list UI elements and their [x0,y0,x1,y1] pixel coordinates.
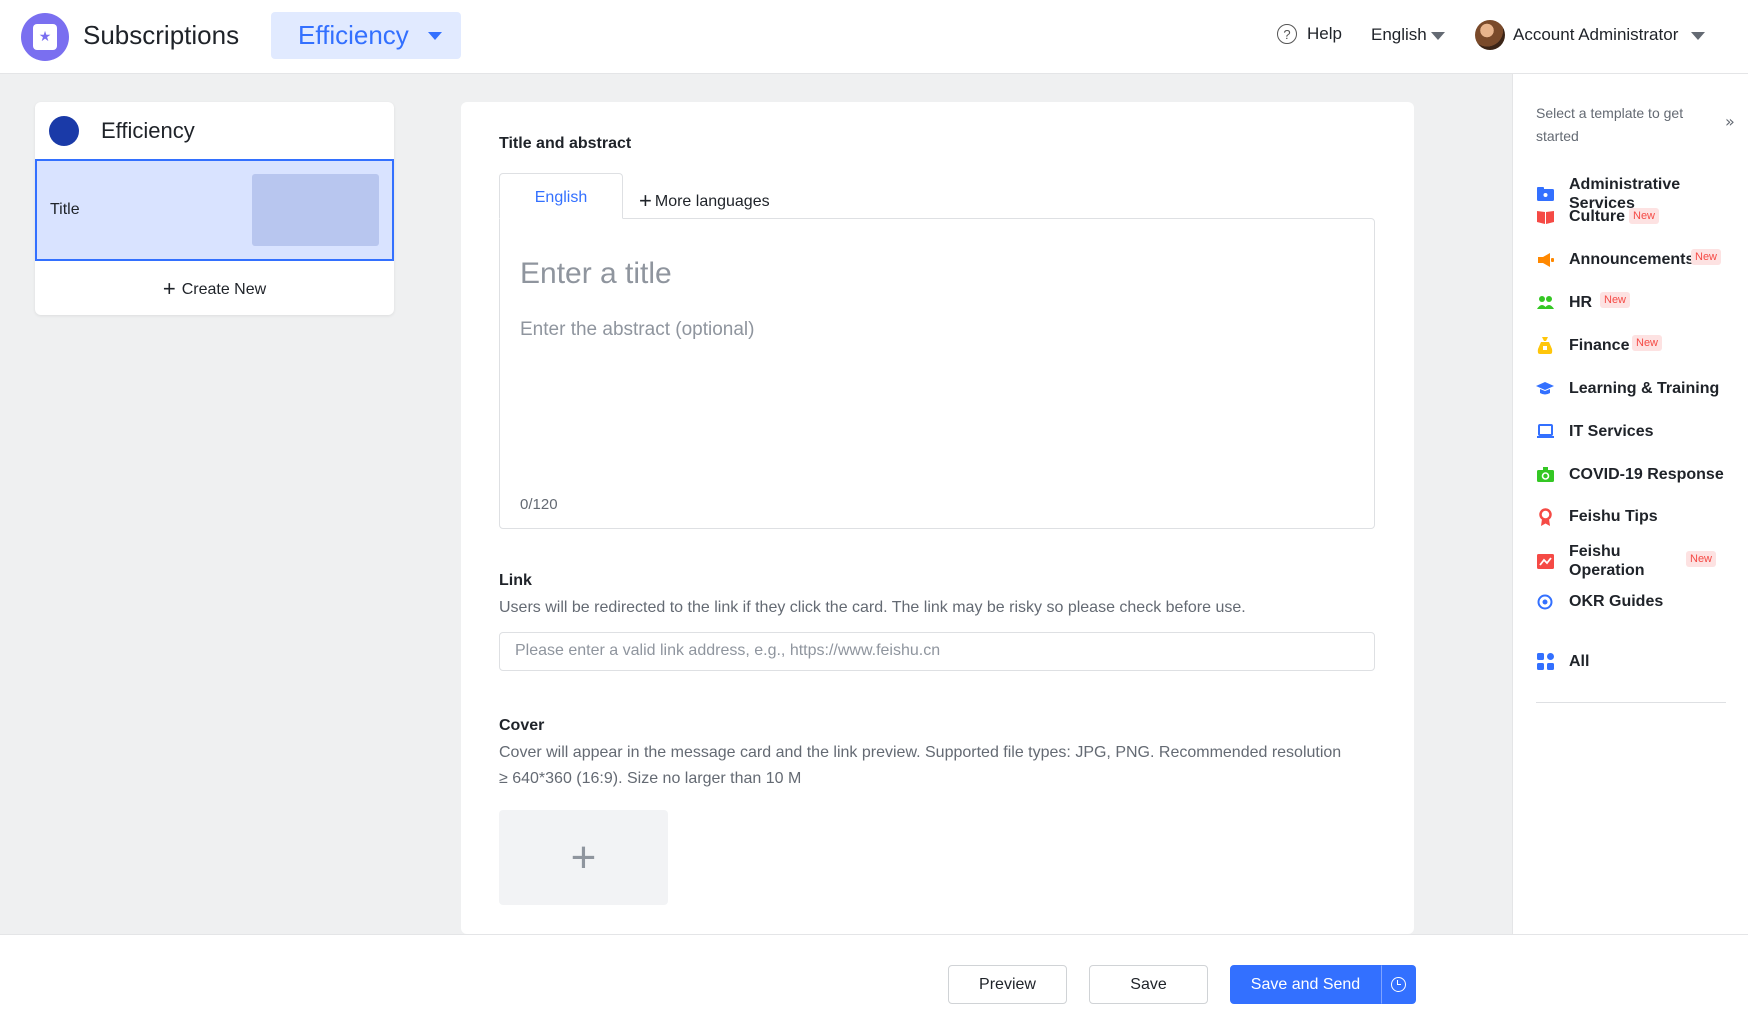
abstract-input[interactable]: Enter the abstract (optional) [520,319,754,341]
action-bar: Preview Save Save and Send [0,934,1748,1010]
channel-card: Efficiency Title + Create New [35,102,394,315]
more-languages-button[interactable]: + More languages [639,173,770,219]
question-icon: ? [1277,24,1297,44]
new-badge: New [1629,208,1660,224]
title-abstract-editor: Enter a title Enter the abstract (option… [499,218,1375,529]
link-description: Users will be redirected to the link if … [499,599,1246,616]
star-icon: ★ [33,24,57,50]
graduation-cap-icon [1536,380,1554,398]
template-okr-guides[interactable]: OKR Guides [1536,592,1663,611]
list-item-thumbnail [252,174,379,246]
save-button[interactable]: Save [1089,965,1208,1004]
preview-button[interactable]: Preview [948,965,1067,1004]
plus-icon: + [639,188,652,213]
template-panel: Select a template to get started » Admin… [1512,74,1748,934]
caret-down-icon [1431,32,1445,40]
list-item-selected[interactable]: Title [35,159,394,261]
tab-english[interactable]: English [499,173,623,219]
template-panel-title: Select a template to get started [1536,105,1684,144]
link-label: Link [499,572,532,589]
cover-label: Cover [499,717,545,734]
people-icon [1536,294,1554,312]
schedule-send-button[interactable] [1381,965,1416,1004]
app-logo: ★ [21,13,69,61]
cover-description-line-2: ≥ 640*360 (16:9). Size no larger than 10… [499,770,802,787]
help-link[interactable]: ? Help [1277,24,1342,44]
caret-down-icon [428,32,442,40]
money-bag-icon [1536,337,1554,355]
divider [1536,702,1726,703]
target-icon [1536,593,1554,611]
template-feishu-operation[interactable]: Feishu Operation New [1536,542,1717,580]
title-input[interactable]: Enter a title [520,257,672,291]
plus-icon: + [570,832,597,882]
char-count: 0/120 [520,496,558,513]
megaphone-icon [1536,251,1554,269]
template-it-services[interactable]: IT Services [1536,422,1654,441]
template-finance[interactable]: Finance New [1536,335,1663,355]
account-dropdown[interactable]: Account Administrator [1513,25,1705,45]
app-title: Subscriptions [83,20,240,50]
new-badge: New [1632,335,1663,351]
avatar[interactable] [1475,20,1505,50]
collapse-icon[interactable]: » [1725,112,1735,131]
help-label: Help [1307,24,1342,43]
cover-upload-button[interactable]: + [499,810,668,905]
medical-kit-icon [1536,466,1554,484]
chart-icon [1536,552,1554,570]
new-badge: New [1686,551,1717,567]
account-label: Account Administrator [1513,25,1679,44]
new-badge: New [1691,249,1722,265]
language-label: English [1371,25,1427,44]
template-hr[interactable]: HR New [1536,292,1631,312]
laptop-icon [1536,423,1554,441]
channel-name: Efficiency [101,118,195,143]
more-languages-label: More languages [654,193,770,210]
save-and-send-button[interactable]: Save and Send [1230,965,1381,1004]
template-learning-training[interactable]: Learning & Training [1536,379,1719,398]
create-new-label: Create New [181,281,267,298]
template-all[interactable]: All [1536,652,1589,671]
template-covid-19-response[interactable]: COVID-19 Response [1536,465,1724,484]
clock-icon [1391,977,1406,992]
new-badge: New [1600,292,1631,308]
book-icon [1536,208,1554,226]
top-bar: ★ Subscriptions Efficiency ? Help Englis… [0,0,1748,74]
template-feishu-tips[interactable]: Feishu Tips [1536,507,1658,526]
award-icon [1536,507,1554,526]
title-section-label: Title and abstract [499,135,632,152]
language-dropdown[interactable]: English [1371,25,1445,45]
list-item-title: Title [50,201,80,218]
channel-dropdown[interactable]: Efficiency [271,12,461,59]
template-announcements[interactable]: Announcements New [1536,249,1722,269]
plus-icon: + [162,276,176,301]
grid-icon [1536,653,1554,671]
language-tabs: English + More languages [499,173,1375,219]
caret-down-icon [1691,32,1705,40]
create-new-button[interactable]: + Create New [35,276,394,302]
channel-avatar [49,116,79,146]
link-input[interactable]: Please enter a valid link address, e.g.,… [499,632,1375,671]
template-culture[interactable]: Culture New [1536,207,1660,226]
cover-description-line-1: Cover will appear in the message card an… [499,744,1342,761]
editor-card: Title and abstract English + More languag… [461,102,1414,934]
folder-icon [1536,185,1554,203]
channel-dropdown-label: Efficiency [298,20,409,50]
